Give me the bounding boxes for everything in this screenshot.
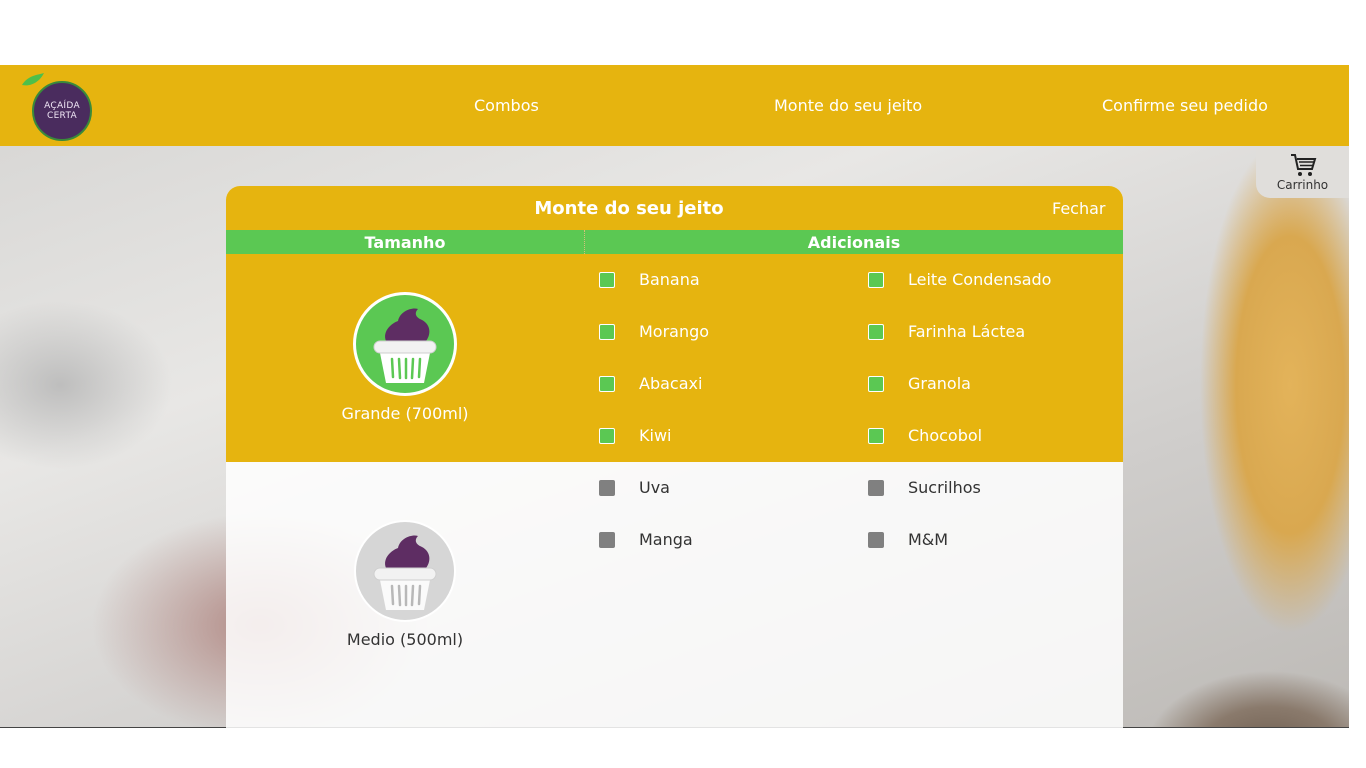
- addon-label: Kiwi: [639, 426, 672, 445]
- addon-checkbox[interactable]: [599, 532, 615, 548]
- addon-label: Manga: [639, 530, 693, 549]
- addon-checkbox[interactable]: [868, 480, 884, 496]
- addon-checkbox[interactable]: [599, 428, 615, 444]
- column-header-size: Tamanho: [364, 233, 446, 252]
- addon-checkbox[interactable]: [868, 272, 884, 288]
- addon-label: Chocobol: [908, 426, 983, 445]
- size-option-medio[interactable]: Medio (500ml): [325, 520, 485, 649]
- addon-checkbox[interactable]: [868, 376, 884, 392]
- addon-label: M&M: [908, 530, 949, 549]
- cart-button[interactable]: Carrinho: [1256, 146, 1349, 198]
- addon-label: Sucrilhos: [908, 478, 981, 497]
- logo-text-line1: AÇAÍDA: [44, 101, 80, 111]
- column-headers: Tamanho Adicionais: [226, 230, 1123, 254]
- modal-header: Monte do seu jeito Fechar: [226, 186, 1123, 230]
- size-label-grande: Grande (700ml): [341, 404, 469, 423]
- addon-label: Abacaxi: [639, 374, 703, 393]
- logo[interactable]: AÇAÍDA CERTA: [32, 81, 92, 141]
- addon-checkbox[interactable]: [599, 272, 615, 288]
- addon-checkbox[interactable]: [599, 480, 615, 496]
- size-label-medio: Medio (500ml): [346, 630, 464, 649]
- modal-title: Monte do seu jeito: [534, 198, 724, 219]
- logo-text-line2: CERTA: [46, 111, 78, 121]
- acai-cup-icon: [354, 520, 456, 622]
- addon-checkbox[interactable]: [868, 532, 884, 548]
- nav-link-combos[interactable]: Combos: [474, 96, 539, 115]
- addon-label: Granola: [908, 374, 971, 393]
- nav-link-confirme[interactable]: Confirme seu pedido: [1102, 96, 1268, 115]
- addon-label: Uva: [639, 478, 670, 497]
- build-your-own-modal: Monte do seu jeito Fechar Tamanho Adicio…: [226, 186, 1123, 728]
- addon-label: Farinha Láctea: [908, 322, 1026, 341]
- close-button[interactable]: Fechar: [1052, 199, 1106, 218]
- cart-label: Carrinho: [1276, 178, 1329, 192]
- navbar: AÇAÍDA CERTA Combos Monte do seu jeito C…: [0, 65, 1349, 146]
- acai-cup-icon: [353, 292, 457, 396]
- addon-label: Morango: [639, 322, 710, 341]
- addon-checkbox[interactable]: [868, 428, 884, 444]
- addon-checkbox[interactable]: [868, 324, 884, 340]
- column-header-addons: Adicionais: [807, 233, 901, 252]
- cart-icon: [1290, 154, 1316, 176]
- size-option-grande[interactable]: Grande (700ml): [325, 292, 485, 423]
- addon-label: Leite Condensado: [908, 270, 1052, 289]
- addon-checkbox[interactable]: [599, 324, 615, 340]
- nav-link-monte[interactable]: Monte do seu jeito: [774, 96, 922, 115]
- addon-checkbox[interactable]: [599, 376, 615, 392]
- addon-label: Banana: [639, 270, 700, 289]
